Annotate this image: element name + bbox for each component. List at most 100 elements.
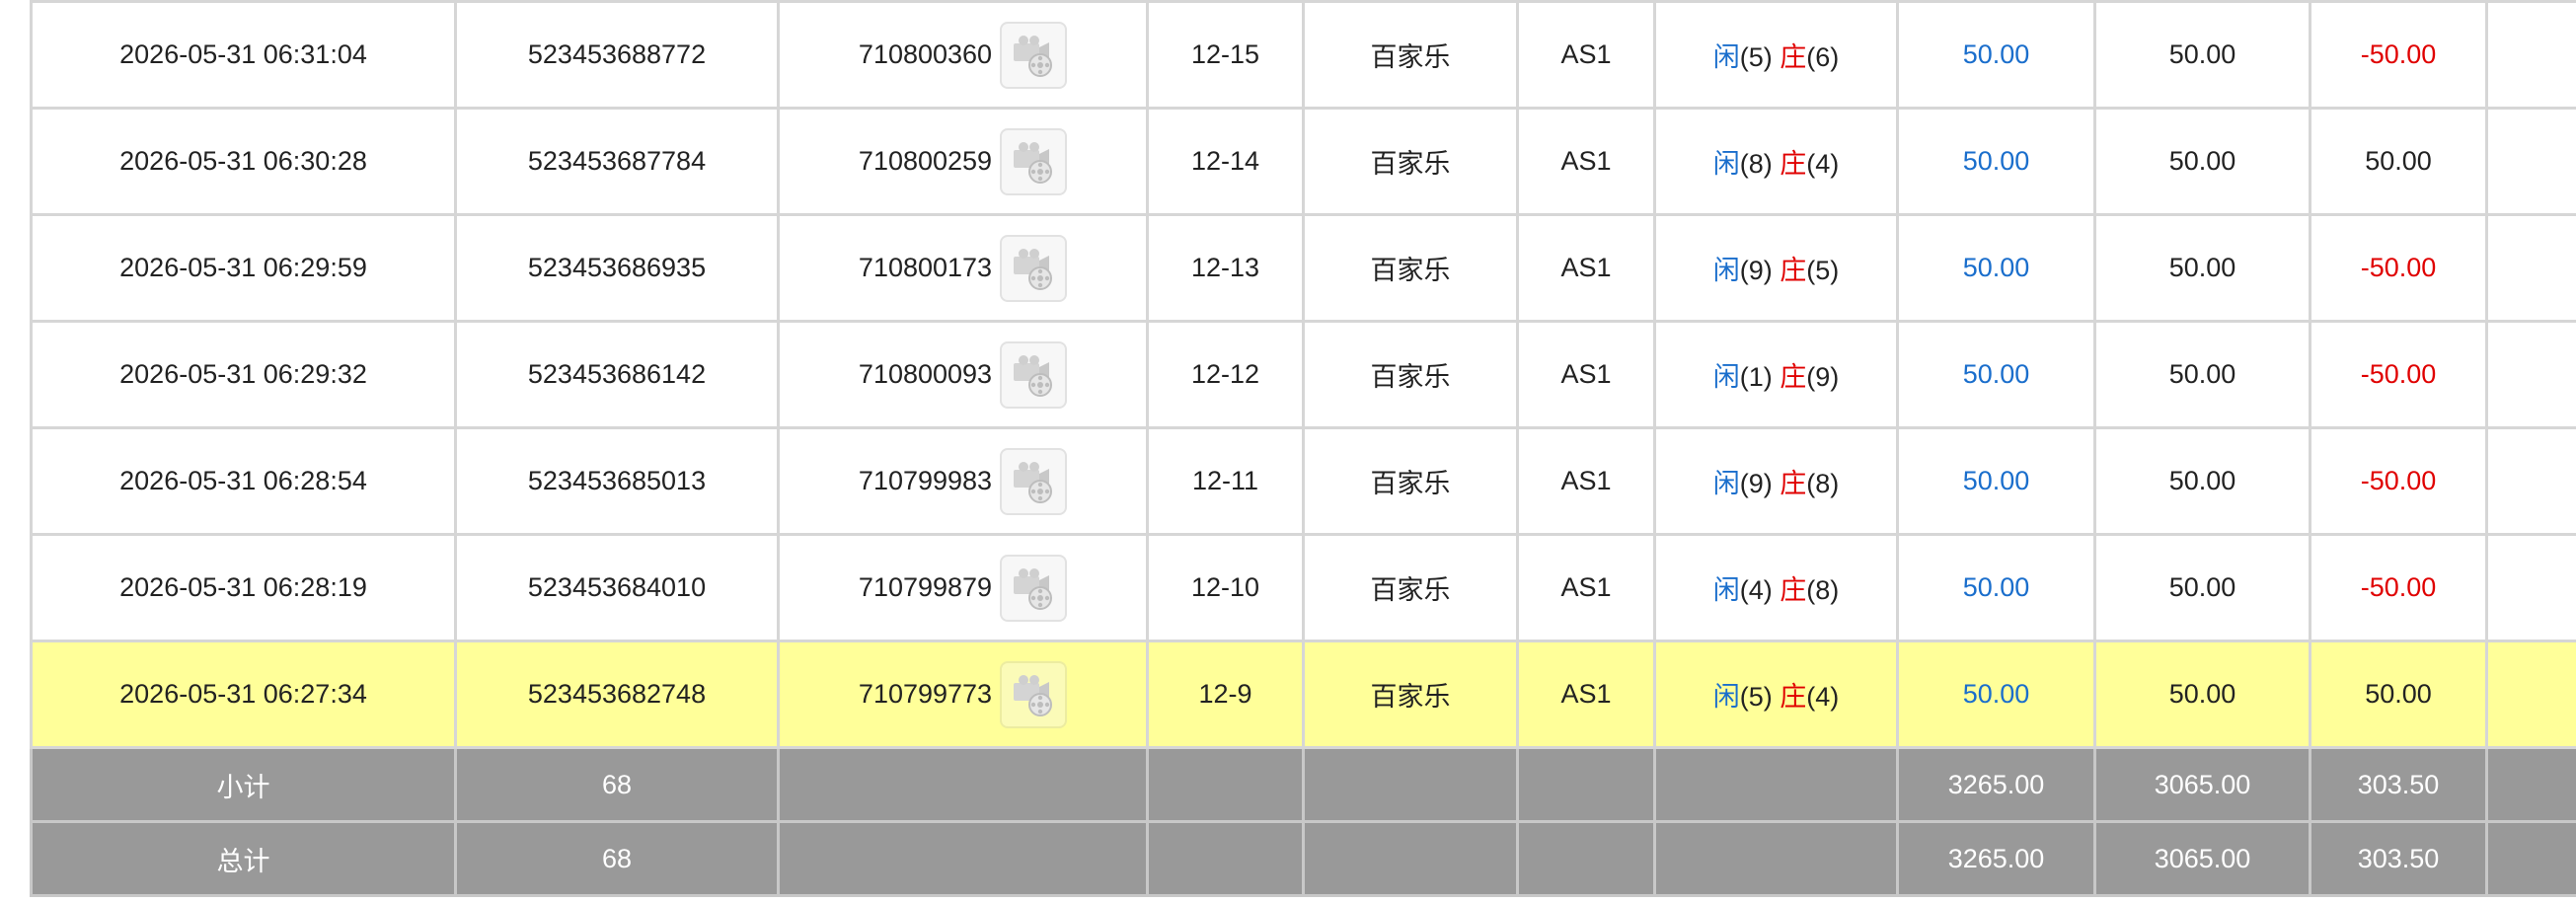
shoe-round-cell: 12-9 [1146, 640, 1305, 749]
bet-time-cell: 2026-05-31 06:27:34 [30, 640, 457, 749]
empty-cell [2485, 746, 2576, 823]
shoe-round-cell: 12-13 [1146, 213, 1305, 323]
win-loss-cell: -50.00 [2309, 0, 2488, 110]
game-type-cell: 百家乐 [1302, 320, 1519, 429]
total-bet: 3265.00 [1896, 746, 2096, 823]
table-code-cell: AS1 [1516, 320, 1656, 429]
order-id-cell: 523453686935 [454, 213, 780, 323]
total-win-loss: 303.50 [2309, 746, 2488, 823]
game-type-cell: 百家乐 [1302, 107, 1519, 216]
result-cell: 闲(1) 庄(9) [1653, 320, 1899, 429]
video-replay-icon-svg [1014, 354, 1053, 397]
video-replay-icon[interactable] [1000, 447, 1068, 515]
shoe-round-cell: 12-15 [1146, 0, 1305, 110]
player-label: 闲 [1712, 256, 1740, 285]
bet-amount-cell: 50.00 [1896, 640, 2096, 749]
video-replay-icon[interactable] [1000, 21, 1068, 89]
bet-amount-cell: 50.00 [1896, 426, 2096, 536]
video-replay-icon[interactable] [1000, 660, 1068, 728]
table-code-cell: AS1 [1516, 426, 1656, 536]
bet-amount-cell: 50.00 [1896, 0, 2096, 110]
result-cell: 闲(5) 庄(6) [1653, 0, 1899, 110]
video-replay-icon[interactable] [1000, 340, 1068, 409]
round-id-text: 710800093 [858, 359, 993, 389]
table-row: 2026-05-31 06:28:19 523453684010 710799879… [30, 533, 2576, 642]
round-id-text: 710800259 [858, 146, 993, 176]
table-row: 2026-05-31 06:31:04 523453688772 710800360… [30, 0, 2576, 110]
empty-cell [2485, 820, 2576, 897]
video-replay-icon[interactable] [1000, 554, 1068, 622]
valid-bet-cell: 50.00 [2093, 426, 2311, 536]
extra-cell [2485, 0, 2576, 110]
total-label: 小计 [30, 746, 457, 823]
result-cell: 闲(8) 庄(4) [1653, 107, 1899, 216]
table-code-cell: AS1 [1516, 640, 1656, 749]
shoe-round-cell: 12-11 [1146, 426, 1305, 536]
video-replay-icon-svg [1014, 141, 1053, 184]
round-id-text: 710799983 [858, 466, 993, 495]
bet-time-cell: 2026-05-31 06:28:54 [30, 426, 457, 536]
table-row: 2026-05-31 06:29:32 523453686142 710800093… [30, 320, 2576, 429]
bet-amount-cell: 50.00 [1896, 533, 2096, 642]
round-id-cell: 710800259 [777, 107, 1149, 216]
order-id-cell: 523453687784 [454, 107, 780, 216]
player-points: (5) [1739, 42, 1773, 72]
video-replay-icon-svg [1014, 674, 1053, 716]
bet-time-cell: 2026-05-31 06:29:59 [30, 213, 457, 323]
subtotal-row: 小计 68 3265.00 3065.00 303.50 [30, 746, 2576, 823]
total-win-loss: 303.50 [2309, 820, 2488, 897]
extra-cell [2485, 213, 2576, 323]
order-id-cell: 523453682748 [454, 640, 780, 749]
bet-time-cell: 2026-05-31 06:31:04 [30, 0, 457, 110]
player-points: (5) [1739, 682, 1773, 712]
empty-cell [1146, 746, 1305, 823]
table-row: 2026-05-31 06:29:59 523453686935 710800173… [30, 213, 2576, 323]
round-id-text: 710800173 [858, 253, 993, 282]
banker-label: 庄 [1780, 362, 1807, 392]
player-label: 闲 [1712, 362, 1740, 392]
banker-label: 庄 [1780, 469, 1807, 498]
video-replay-icon-svg [1014, 567, 1053, 610]
empty-cell [1653, 820, 1899, 897]
banker-label: 庄 [1780, 575, 1807, 605]
video-replay-icon[interactable] [1000, 127, 1068, 195]
extra-cell [2485, 640, 2576, 749]
valid-bet-cell: 50.00 [2093, 533, 2311, 642]
round-id-cell: 710799773 [777, 640, 1149, 749]
banker-label: 庄 [1780, 256, 1807, 285]
banker-points: (4) [1806, 682, 1840, 712]
round-id-cell: 710800093 [777, 320, 1149, 429]
video-replay-icon[interactable] [1000, 234, 1068, 302]
bet-time-cell: 2026-05-31 06:28:19 [30, 533, 457, 642]
game-type-cell: 百家乐 [1302, 640, 1519, 749]
player-label: 闲 [1712, 575, 1740, 605]
table-code-cell: AS1 [1516, 213, 1656, 323]
empty-cell [777, 820, 1149, 897]
valid-bet-cell: 50.00 [2093, 107, 2311, 216]
banker-points: (8) [1806, 575, 1840, 605]
win-loss-cell: 50.00 [2309, 640, 2488, 749]
round-id-text: 710800360 [858, 39, 993, 69]
player-points: (9) [1739, 256, 1773, 285]
empty-cell [1146, 820, 1305, 897]
table-row: 2026-05-31 06:27:34 523453682748 710799773… [30, 640, 2576, 749]
player-label: 闲 [1712, 149, 1740, 179]
table-row: 2026-05-31 06:30:28 523453687784 710800259… [30, 107, 2576, 216]
round-id-cell: 710800173 [777, 213, 1149, 323]
order-id-cell: 523453685013 [454, 426, 780, 536]
player-label: 闲 [1712, 42, 1740, 72]
bet-records-table-wrapper: 2026-05-31 06:31:04 523453688772 710800360… [30, 0, 2576, 904]
order-id-cell: 523453684010 [454, 533, 780, 642]
bet-amount-cell: 50.00 [1896, 107, 2096, 216]
empty-cell [1302, 820, 1519, 897]
player-points: (4) [1739, 575, 1773, 605]
round-id-cell: 710799983 [777, 426, 1149, 536]
extra-cell [2485, 107, 2576, 216]
total-count: 68 [454, 746, 780, 823]
valid-bet-cell: 50.00 [2093, 640, 2311, 749]
round-id-cell: 710799879 [777, 533, 1149, 642]
bet-time-cell: 2026-05-31 06:29:32 [30, 320, 457, 429]
banker-points: (5) [1806, 256, 1840, 285]
result-cell: 闲(5) 庄(4) [1653, 640, 1899, 749]
table-code-cell: AS1 [1516, 533, 1656, 642]
